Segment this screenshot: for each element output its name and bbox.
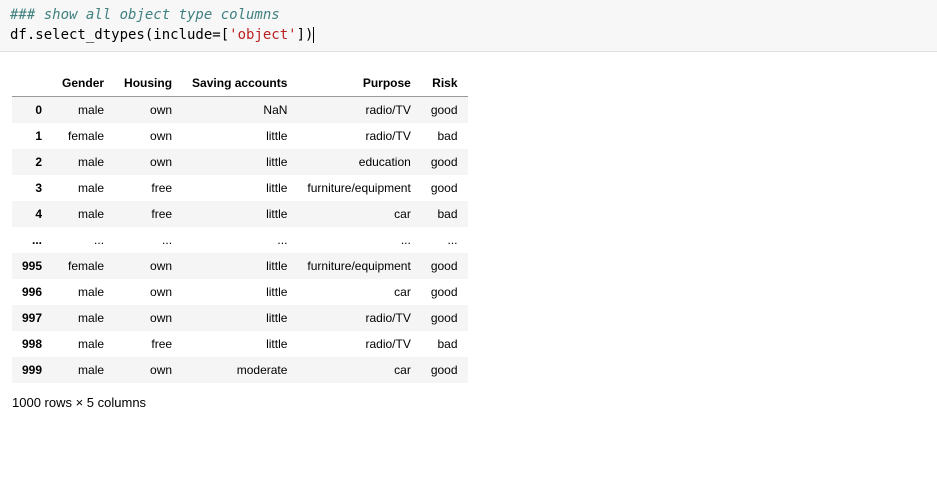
code-expr-suffix: ]) <box>297 27 314 43</box>
cell: little <box>182 201 297 227</box>
ellipsis-row: ... ... ... ... ... ... <box>12 227 468 253</box>
header-row: Gender Housing Saving accounts Purpose R… <box>12 70 468 97</box>
row-index: 1 <box>12 123 52 149</box>
row-index: 4 <box>12 201 52 227</box>
code-expr-prefix: df.select_dtypes(include=[ <box>10 27 229 43</box>
col-header: Gender <box>52 70 114 97</box>
cell: education <box>297 149 420 175</box>
cell: good <box>421 279 468 305</box>
cell: good <box>421 253 468 279</box>
cell: car <box>297 201 420 227</box>
cell: good <box>421 357 468 383</box>
cell: free <box>114 331 182 357</box>
cell: little <box>182 175 297 201</box>
cell: little <box>182 149 297 175</box>
row-index: 0 <box>12 97 52 124</box>
row-index: 995 <box>12 253 52 279</box>
cell: own <box>114 357 182 383</box>
cell: male <box>52 357 114 383</box>
cell-ellipsis: ... <box>182 227 297 253</box>
cell: male <box>52 331 114 357</box>
cell: male <box>52 149 114 175</box>
table-row: 999 male own moderate car good <box>12 357 468 383</box>
cell: male <box>52 279 114 305</box>
cell: little <box>182 123 297 149</box>
table-row: 995 female own little furniture/equipmen… <box>12 253 468 279</box>
col-header: Risk <box>421 70 468 97</box>
cell: male <box>52 175 114 201</box>
table-row: 996 male own little car good <box>12 279 468 305</box>
cell: good <box>421 175 468 201</box>
cell: male <box>52 97 114 124</box>
col-header: Purpose <box>297 70 420 97</box>
cell: good <box>421 97 468 124</box>
cell: little <box>182 253 297 279</box>
table-row: 4 male free little car bad <box>12 201 468 227</box>
index-header <box>12 70 52 97</box>
cell: bad <box>421 201 468 227</box>
output-area: Gender Housing Saving accounts Purpose R… <box>0 52 937 435</box>
cell: little <box>182 305 297 331</box>
cell: car <box>297 279 420 305</box>
cell: free <box>114 175 182 201</box>
cell-ellipsis: ... <box>421 227 468 253</box>
cell: little <box>182 331 297 357</box>
cell: radio/TV <box>297 97 420 124</box>
cell: car <box>297 357 420 383</box>
code-string-literal: 'object' <box>229 27 296 43</box>
cell: bad <box>421 123 468 149</box>
cell: own <box>114 253 182 279</box>
cell: NaN <box>182 97 297 124</box>
cell: male <box>52 305 114 331</box>
row-index-ellipsis: ... <box>12 227 52 253</box>
table-row: 3 male free little furniture/equipment g… <box>12 175 468 201</box>
row-index: 998 <box>12 331 52 357</box>
cell: furniture/equipment <box>297 175 420 201</box>
table-row: 2 male own little education good <box>12 149 468 175</box>
table-body: 0 male own NaN radio/TV good 1 female ow… <box>12 97 468 384</box>
text-cursor <box>313 27 314 43</box>
row-index: 3 <box>12 175 52 201</box>
table-row: 997 male own little radio/TV good <box>12 305 468 331</box>
table-row: 0 male own NaN radio/TV good <box>12 97 468 124</box>
code-comment: ### show all object type columns <box>10 7 280 23</box>
table-row: 998 male free little radio/TV bad <box>12 331 468 357</box>
row-index: 999 <box>12 357 52 383</box>
row-index: 997 <box>12 305 52 331</box>
cell: little <box>182 279 297 305</box>
cell: own <box>114 305 182 331</box>
row-index: 2 <box>12 149 52 175</box>
cell: bad <box>421 331 468 357</box>
cell: good <box>421 149 468 175</box>
cell: own <box>114 279 182 305</box>
cell: female <box>52 253 114 279</box>
cell: radio/TV <box>297 331 420 357</box>
cell: moderate <box>182 357 297 383</box>
cell: radio/TV <box>297 305 420 331</box>
cell-ellipsis: ... <box>114 227 182 253</box>
dataframe-table: Gender Housing Saving accounts Purpose R… <box>12 70 468 383</box>
cell: own <box>114 149 182 175</box>
cell: own <box>114 123 182 149</box>
cell: free <box>114 201 182 227</box>
cell-ellipsis: ... <box>297 227 420 253</box>
col-header: Saving accounts <box>182 70 297 97</box>
row-index: 996 <box>12 279 52 305</box>
cell: male <box>52 201 114 227</box>
cell-ellipsis: ... <box>52 227 114 253</box>
cell: good <box>421 305 468 331</box>
table-row: 1 female own little radio/TV bad <box>12 123 468 149</box>
cell: female <box>52 123 114 149</box>
dataframe-summary: 1000 rows × 5 columns <box>12 395 925 410</box>
col-header: Housing <box>114 70 182 97</box>
cell: furniture/equipment <box>297 253 420 279</box>
code-input-cell[interactable]: ### show all object type columns df.sele… <box>0 0 937 52</box>
cell: radio/TV <box>297 123 420 149</box>
cell: own <box>114 97 182 124</box>
